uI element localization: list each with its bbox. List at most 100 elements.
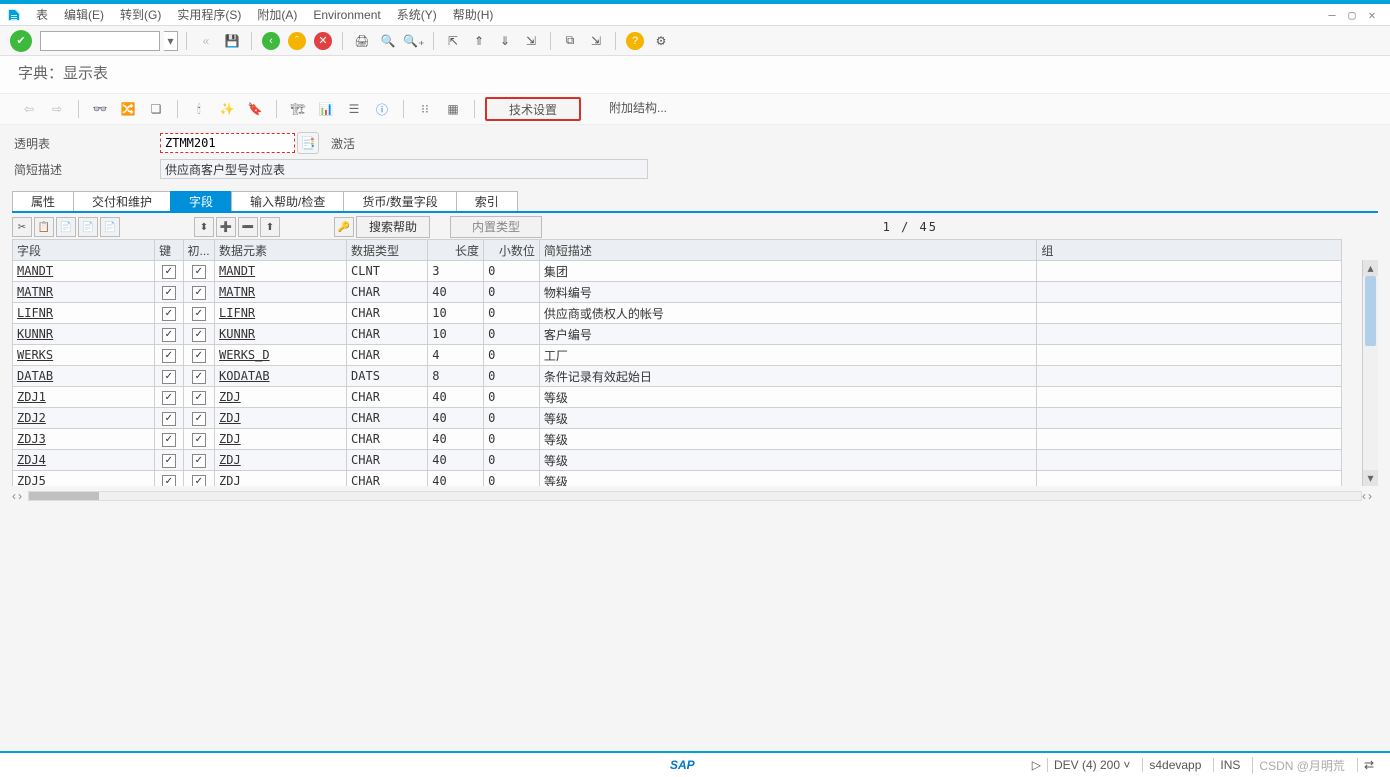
scroll-left2-icon[interactable]: ‹ <box>1362 489 1366 503</box>
exit-icon[interactable]: ˆ <box>286 30 308 52</box>
key-checkbox[interactable] <box>162 265 176 279</box>
scroll-right-icon[interactable]: › <box>18 489 22 503</box>
dataelem-link[interactable]: MATNR <box>219 285 255 299</box>
menu-extras[interactable]: 附加(A) <box>249 4 305 26</box>
maximize-icon[interactable]: ▢ <box>1344 8 1360 22</box>
key-checkbox[interactable] <box>162 391 176 405</box>
close-icon[interactable]: ✕ <box>1364 8 1380 22</box>
table-row[interactable]: MANDTMANDTCLNT30集团 <box>13 261 1342 282</box>
init-checkbox[interactable] <box>192 286 206 300</box>
menu-utilities[interactable]: 实用程序(S) <box>169 4 249 26</box>
graphic-icon[interactable]: ⁝⁝ <box>414 98 436 120</box>
init-checkbox[interactable] <box>192 370 206 384</box>
table-row[interactable]: MATNRMATNRCHAR400物料编号 <box>13 282 1342 303</box>
init-checkbox[interactable] <box>192 454 206 468</box>
key-checkbox[interactable] <box>162 349 176 363</box>
dataelem-link[interactable]: LIFNR <box>219 306 255 320</box>
shortcut-icon[interactable]: ⇲ <box>585 30 607 52</box>
builtin-type-button[interactable]: 内置类型 <box>450 216 542 238</box>
field-link[interactable]: ZDJ4 <box>17 453 46 467</box>
other-object-icon[interactable]: 🔀 <box>117 98 139 120</box>
table-icon[interactable]: ▦ <box>442 98 464 120</box>
field-link[interactable]: ZDJ1 <box>17 390 46 404</box>
delete-sel-icon[interactable]: ➖ <box>238 217 258 237</box>
command-field[interactable] <box>40 31 160 51</box>
menu-goto[interactable]: 转到(G) <box>112 4 169 26</box>
table-row[interactable]: ZDJ3ZDJCHAR400等级 <box>13 429 1342 450</box>
table-row[interactable]: ZDJ4ZDJCHAR400等级 <box>13 450 1342 471</box>
key-checkbox[interactable] <box>162 286 176 300</box>
collapse-all-icon[interactable]: ⬆ <box>260 217 280 237</box>
dataelem-link[interactable]: ZDJ <box>219 432 241 446</box>
tab-fields[interactable]: 字段 <box>170 191 232 211</box>
field-link[interactable]: ZDJ5 <box>17 474 46 486</box>
field-link[interactable]: WERKS <box>17 348 53 362</box>
col-init[interactable]: 初... <box>183 240 214 261</box>
field-link[interactable]: ZDJ3 <box>17 432 46 446</box>
init-checkbox[interactable] <box>192 307 206 321</box>
menu-table[interactable]: 表 <box>28 4 56 26</box>
insert-row-icon[interactable]: ➕ <box>216 217 236 237</box>
dataelem-link[interactable]: ZDJ <box>219 390 241 404</box>
print-icon[interactable]: 🖨 <box>351 30 373 52</box>
vertical-scrollbar[interactable]: ▴ ▾ <box>1362 260 1378 486</box>
delete-row-icon[interactable]: 📄 <box>100 217 120 237</box>
key-icon[interactable]: 🔑 <box>334 217 354 237</box>
menu-environment[interactable]: Environment <box>305 4 388 26</box>
new-session-icon[interactable]: ⧉ <box>559 30 581 52</box>
field-link[interactable]: MATNR <box>17 285 53 299</box>
scroll-left-icon[interactable]: ‹ <box>12 489 16 503</box>
sap-menu-icon[interactable] <box>6 7 22 23</box>
last-page-icon[interactable]: ⇲ <box>520 30 542 52</box>
f4-help-icon[interactable]: 📑 <box>297 132 319 154</box>
table-row[interactable]: DATABKODATABDATS80条件记录有效起始日 <box>13 366 1342 387</box>
settings-icon[interactable]: ⚙ <box>650 30 672 52</box>
menu-edit[interactable]: 编辑(E) <box>56 4 112 26</box>
activate-icon[interactable]: 🕯 <box>188 98 210 120</box>
cut-icon[interactable]: ✂ <box>12 217 32 237</box>
info-icon[interactable]: ⓘ <box>371 98 393 120</box>
description-field[interactable] <box>160 159 648 179</box>
save-icon[interactable]: 💾 <box>221 30 243 52</box>
enter-button[interactable] <box>10 30 32 52</box>
init-checkbox[interactable] <box>192 412 206 426</box>
field-link[interactable]: DATAB <box>17 369 53 383</box>
table-row[interactable]: WERKSWERKS_DCHAR40工厂 <box>13 345 1342 366</box>
hierarchy2-icon[interactable]: 📊 <box>315 98 337 120</box>
paste-icon[interactable]: 📄 <box>56 217 76 237</box>
scroll-thumb[interactable] <box>1365 276 1376 346</box>
col-field[interactable]: 字段 <box>13 240 155 261</box>
menu-system[interactable]: 系统(Y) <box>389 4 445 26</box>
field-link[interactable]: ZDJ2 <box>17 411 46 425</box>
dataelem-link[interactable]: KODATAB <box>219 369 270 383</box>
dataelem-link[interactable]: ZDJ <box>219 474 241 486</box>
key-checkbox[interactable] <box>162 307 176 321</box>
dataelem-link[interactable]: ZDJ <box>219 453 241 467</box>
status-connect-icon[interactable]: ⇄ <box>1357 758 1380 772</box>
paste-before-icon[interactable]: 📄 <box>78 217 98 237</box>
horizontal-scrollbar[interactable]: ‹› ‹› <box>12 488 1378 504</box>
init-checkbox[interactable] <box>192 433 206 447</box>
nav-forward-icon[interactable]: ⇨ <box>46 98 68 120</box>
toggle-display-icon[interactable]: 👓 <box>89 98 111 120</box>
col-desc[interactable]: 简短描述 <box>539 240 1036 261</box>
find-next-icon[interactable]: 🔍₊ <box>403 30 425 52</box>
table-row[interactable]: ZDJ2ZDJCHAR400等级 <box>13 408 1342 429</box>
dataelem-link[interactable]: MANDT <box>219 264 255 278</box>
tab-currency[interactable]: 货币/数量字段 <box>343 191 456 211</box>
hierarchy-icon[interactable]: 🏗 <box>287 98 309 120</box>
field-link[interactable]: KUNNR <box>17 327 53 341</box>
key-checkbox[interactable] <box>162 433 176 447</box>
col-dataelem[interactable]: 数据元素 <box>215 240 347 261</box>
cancel-icon[interactable]: ✕ <box>312 30 334 52</box>
key-checkbox[interactable] <box>162 370 176 384</box>
copy-icon[interactable]: 📋 <box>34 217 54 237</box>
first-page-icon[interactable]: ⇱ <box>442 30 464 52</box>
init-checkbox[interactable] <box>192 265 206 279</box>
init-checkbox[interactable] <box>192 328 206 342</box>
menu-help[interactable]: 帮助(H) <box>445 4 502 26</box>
key-checkbox[interactable] <box>162 475 176 486</box>
init-checkbox[interactable] <box>192 391 206 405</box>
field-link[interactable]: LIFNR <box>17 306 53 320</box>
table-row[interactable]: KUNNRKUNNRCHAR100客户编号 <box>13 324 1342 345</box>
